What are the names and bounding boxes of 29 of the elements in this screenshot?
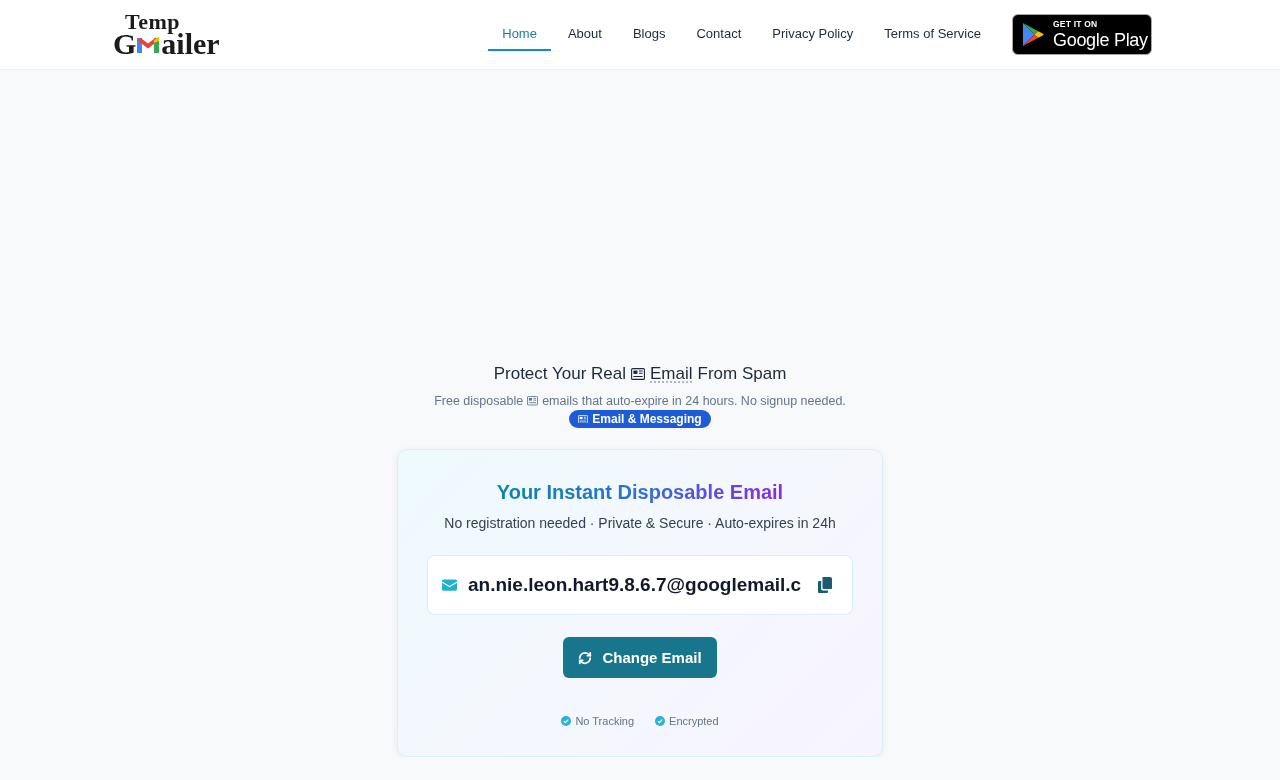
nav-link[interactable]: Terms of Service xyxy=(870,18,995,51)
nav-link[interactable]: About xyxy=(553,18,616,51)
heading-term: Email xyxy=(650,363,693,385)
subtitle-text: Free disposable xyxy=(434,393,524,410)
copy-button[interactable] xyxy=(818,577,832,593)
heading-text: Protect Your Real xyxy=(493,363,626,385)
refresh-icon xyxy=(578,650,593,665)
nav-link[interactable]: Home xyxy=(488,18,551,51)
newspaper-icon xyxy=(631,368,645,380)
copy-icon xyxy=(818,577,832,593)
check-circle-icon xyxy=(561,716,572,726)
newspaper-icon xyxy=(527,396,539,406)
feature-label: No Tracking xyxy=(575,714,635,728)
email-address: an.nie.leon.hart9.8.6.7@googlemail.c xyxy=(468,574,803,596)
play-triangle-icon xyxy=(1022,22,1045,47)
feature-label: Encrypted xyxy=(669,714,719,728)
nav-link[interactable]: Blogs xyxy=(618,18,680,51)
subtitle-text: emails that auto-expire in 24 hours. No signup needed. xyxy=(542,393,846,410)
newspaper-icon xyxy=(578,414,589,424)
check-circle-icon xyxy=(655,716,666,726)
nav-link[interactable]: Contact xyxy=(682,18,756,51)
heading-text: From Spam xyxy=(697,363,787,385)
card-subtitle: No registration needed · Private & Secure · Auto-expires in 24h xyxy=(444,514,836,533)
change-email-button[interactable]: Change Email xyxy=(563,637,717,678)
logo-text: G xyxy=(113,30,137,57)
nav-link[interactable]: Privacy Policy xyxy=(758,18,868,51)
category-label: Email & Messaging xyxy=(592,412,702,426)
store-badge-link[interactable]: GET IT ON Google Play xyxy=(1012,14,1152,55)
mail-icon xyxy=(442,579,457,591)
